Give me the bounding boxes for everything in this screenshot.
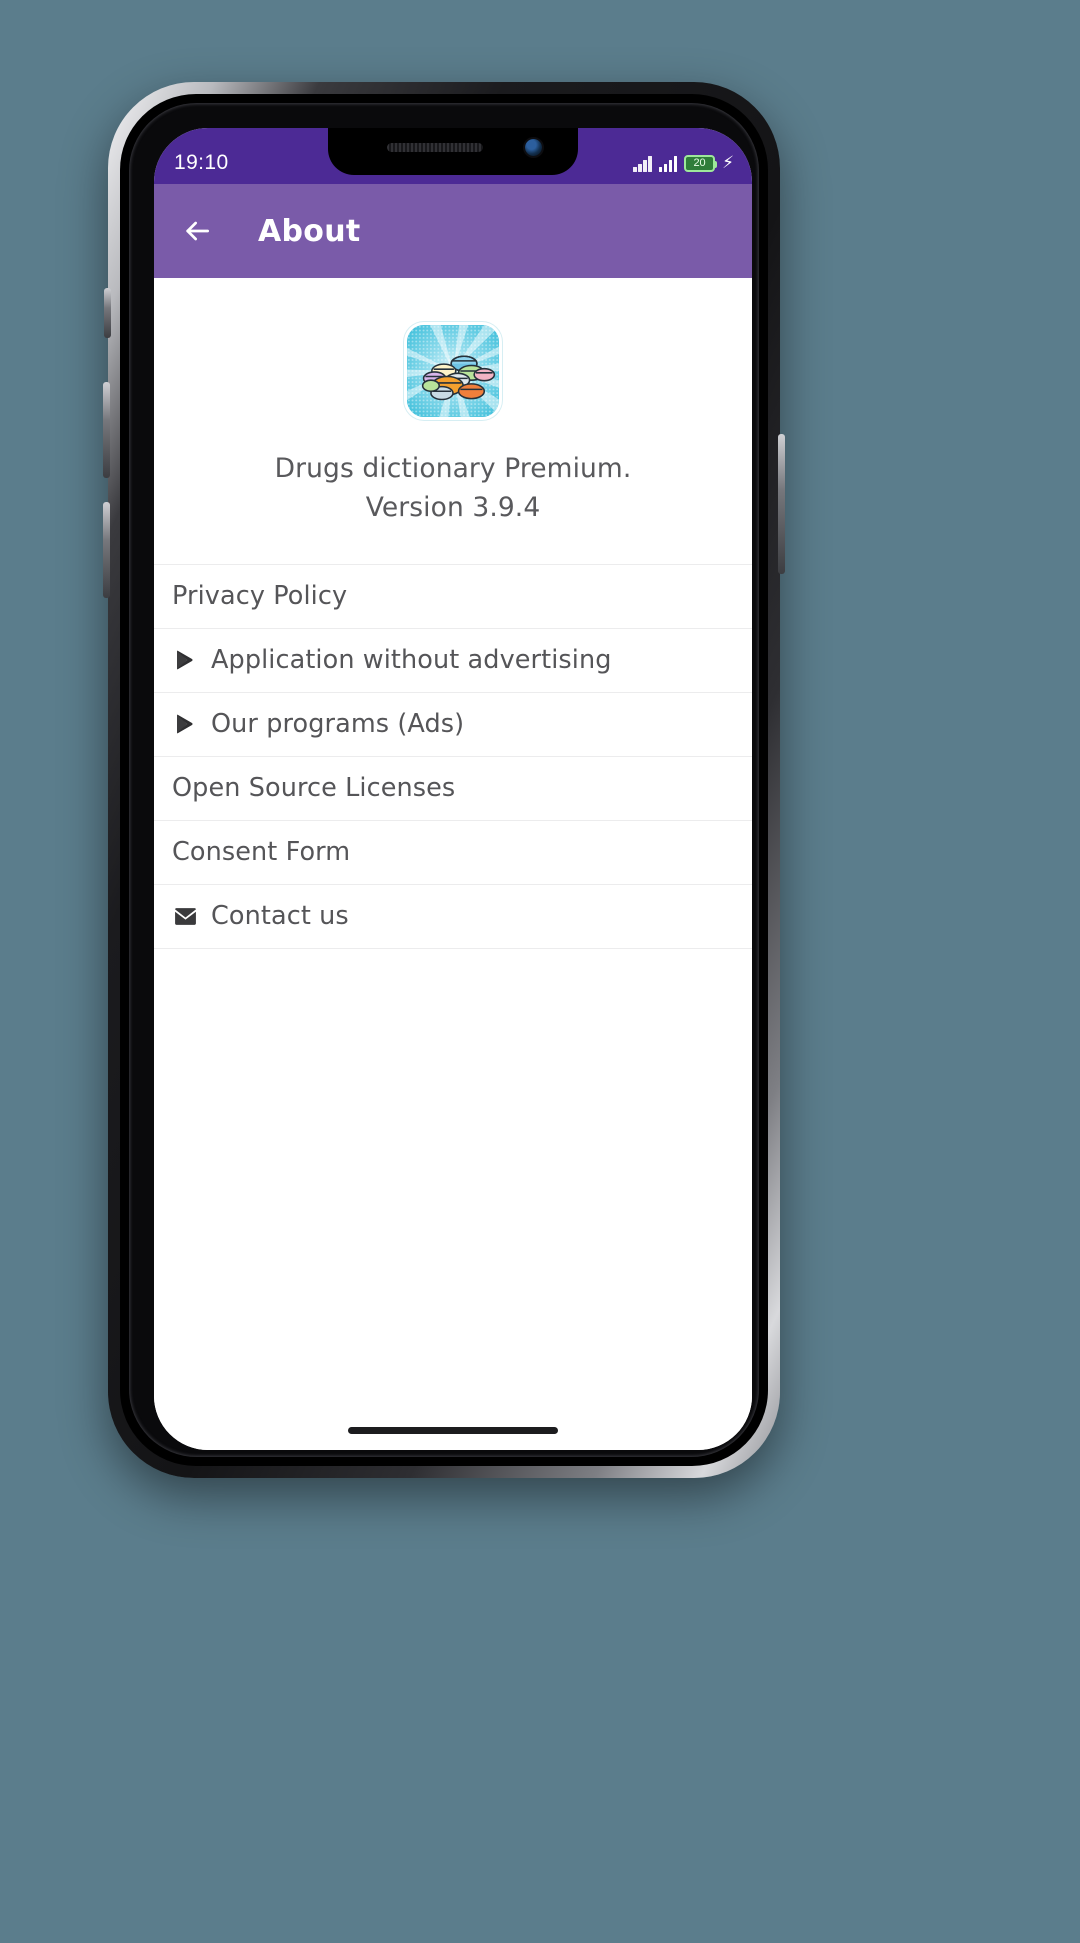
play-store-icon [172, 647, 198, 673]
signal-bars-icon-sim1 [633, 155, 652, 172]
page-title: About [258, 213, 361, 249]
list-item-consent-form[interactable]: Consent Form [154, 821, 752, 885]
home-indicator[interactable] [348, 1427, 558, 1434]
phone-bezel: 19:10 20 ⚡ About Drugs dictionary Premiu… [129, 103, 759, 1457]
volume-down-button[interactable] [103, 502, 110, 598]
list-item-privacy-policy[interactable]: Privacy Policy [154, 565, 752, 629]
list-item-label: Contact us [211, 901, 349, 932]
app-info-header: Drugs dictionary Premium. Version 3.9.4 [154, 278, 752, 564]
list-item-label: Privacy Policy [172, 581, 348, 612]
display-notch [328, 128, 578, 175]
list-item-contact-us[interactable]: Contact us [154, 885, 752, 949]
status-bar-clock: 19:10 [174, 151, 229, 174]
earpiece-speaker-icon [387, 143, 483, 152]
list-item-open-source-licenses[interactable]: Open Source Licenses [154, 757, 752, 821]
about-options-list: Privacy Policy Application without adver… [154, 563, 752, 949]
about-content: Drugs dictionary Premium. Version 3.9.4 … [154, 278, 752, 1450]
list-item-label: Application without advertising [211, 645, 612, 676]
mail-icon [172, 903, 198, 929]
front-camera-icon [525, 139, 542, 156]
screenshot-stage: 19:10 20 ⚡ About Drugs dictionary Premiu… [0, 0, 1080, 1943]
list-item-our-programs-ads[interactable]: Our programs (Ads) [154, 693, 752, 757]
back-arrow-icon[interactable] [180, 214, 214, 248]
app-icon-pills [404, 322, 502, 420]
battery-level-label: 20 [693, 156, 706, 169]
status-bar-icons: 20 ⚡ [633, 141, 734, 172]
mute-switch-button[interactable] [104, 288, 111, 338]
app-bar: About [154, 184, 752, 278]
app-version-label: Drugs dictionary Premium. Version 3.9.4 [274, 453, 632, 523]
power-button[interactable] [778, 434, 785, 574]
list-item-application-without-advertising[interactable]: Application without advertising [154, 629, 752, 693]
phone-screen: 19:10 20 ⚡ About Drugs dictionary Premiu… [154, 128, 752, 1450]
phone-frame: 19:10 20 ⚡ About Drugs dictionary Premiu… [103, 82, 785, 1478]
list-item-label: Consent Form [172, 837, 351, 868]
signal-bars-icon-sim2 [658, 155, 678, 172]
volume-up-button[interactable] [103, 382, 110, 478]
phone-inner-frame: 19:10 20 ⚡ About Drugs dictionary Premiu… [120, 94, 768, 1466]
charging-bolt-icon: ⚡ [722, 152, 734, 173]
list-item-label: Our programs (Ads) [211, 709, 465, 740]
battery-icon: 20 [684, 154, 718, 172]
play-store-icon [172, 711, 198, 737]
list-item-label: Open Source Licenses [172, 773, 456, 804]
